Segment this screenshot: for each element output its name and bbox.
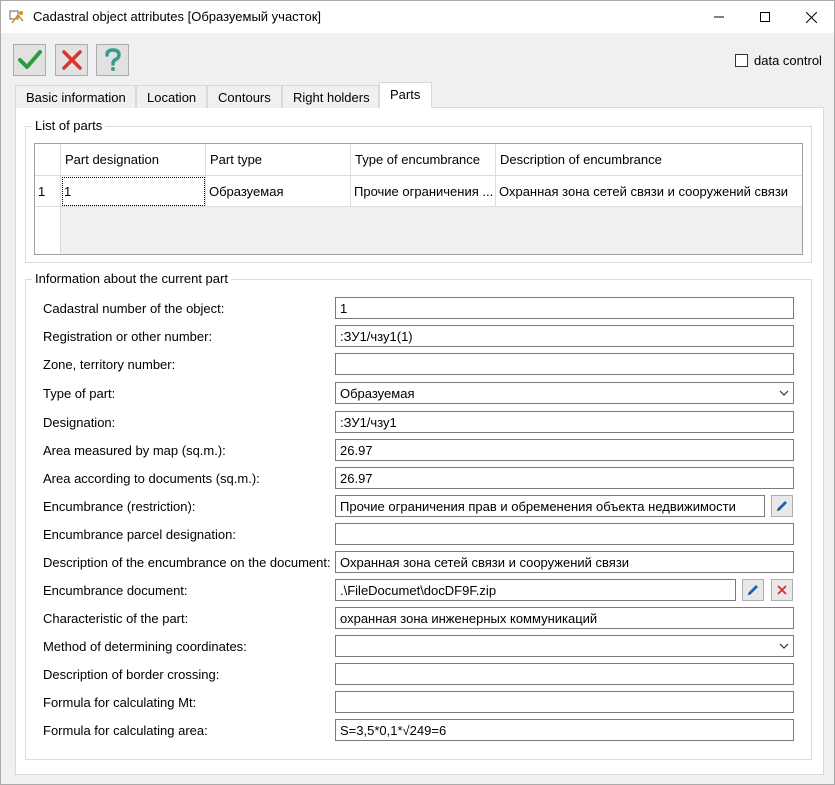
zone-number-field[interactable] [335,353,794,375]
current-part-group: Information about the current part [25,272,812,760]
chevron-down-icon [779,643,789,649]
checkmark-icon [17,50,42,69]
column-header[interactable]: Description of encumbrance [496,144,802,176]
question-icon [104,48,121,71]
area-docs-field[interactable]: 26.97 [335,467,794,489]
list-of-parts-legend: List of parts [32,119,106,133]
formula-mt-field[interactable] [335,691,794,713]
help-button[interactable] [96,44,129,76]
encumbrance-description-label: Description of the encumbrance on the do… [43,555,331,570]
encumbrance-field[interactable]: Прочие ограничения прав и обременения об… [335,495,765,517]
area-docs-label: Area according to documents (sq.m.): [43,471,260,486]
remove-icon [777,585,787,595]
designation-label: Designation: [43,415,116,430]
column-header[interactable]: Part designation [61,144,206,176]
encumbrance-parcel-field[interactable] [335,523,794,545]
area-map-label: Area measured by map (sq.m.): [43,443,226,458]
characteristic-label: Characteristic of the part: [43,611,189,626]
pencil-icon [748,585,758,595]
table-cell[interactable]: Охранная зона сетей связи и сооружений с… [496,176,802,207]
registration-number-field[interactable]: :ЗУ1/чзу1(1) [335,325,794,347]
characteristic-field[interactable]: охранная зона инженерных коммуникаций [335,607,794,629]
dialog-window: Cadastral object attributes [Образуемый … [0,0,835,785]
chevron-down-icon [779,390,789,396]
formula-mt-label: Formula for calculating Mt: [43,695,197,710]
close-icon [805,11,817,23]
type-of-part-select[interactable]: Образуемая [335,382,794,404]
tab-basic-information[interactable]: Basic information [15,85,136,108]
maximize-icon [760,12,770,22]
tab-contours[interactable]: Contours [207,85,282,108]
app-icon [9,9,25,25]
border-crossing-field[interactable] [335,663,794,685]
column-header[interactable]: Part type [206,144,351,176]
row-header-empty [35,207,61,254]
cadastral-number-field[interactable]: 1 [335,297,794,319]
formula-area-label: Formula for calculating area: [43,723,208,738]
current-part-legend: Information about the current part [32,272,231,286]
registration-number-label: Registration or other number: [43,329,213,344]
table-corner [35,144,61,176]
close-window-button[interactable] [788,1,834,33]
encumbrance-document-label: Encumbrance document: [43,583,188,598]
maximize-button[interactable] [742,1,788,33]
window-title: Cadastral object attributes [Образуемый … [33,9,322,24]
ok-button[interactable] [13,44,46,76]
designation-field[interactable]: :ЗУ1/чзу1 [335,411,794,433]
cancel-button[interactable] [55,44,88,76]
minimize-button[interactable] [696,1,742,33]
tab-right-holders[interactable]: Right holders [282,85,379,108]
encumbrance-document-field[interactable]: .\FileDocumet\docDF9F.zip [335,579,736,601]
formula-area-field[interactable]: S=3,5*0,1*√249=6 [335,719,794,741]
encumbrance-label: Encumbrance (restriction): [43,499,196,514]
area-map-field[interactable]: 26.97 [335,439,794,461]
cross-icon [61,50,82,70]
cadastral-number-label: Cadastral number of the object: [43,301,225,316]
encumbrance-parcel-label: Encumbrance parcel designation: [43,527,236,542]
tab-parts[interactable]: Parts [379,82,432,108]
method-coordinates-select[interactable] [335,635,794,657]
tab-location[interactable]: Location [136,85,207,108]
checkbox-box[interactable] [735,54,748,67]
type-of-part-label: Type of part: [43,386,116,401]
encumbrance-description-field[interactable]: Охранная зона сетей связи и сооружений с… [335,551,794,573]
remove-document-button[interactable] [771,579,793,601]
border-crossing-label: Description of border crossing: [43,667,220,682]
minimize-icon [714,16,724,18]
table-cell[interactable]: 1 [61,176,206,207]
pencil-icon [777,501,787,511]
row-header[interactable]: 1 [35,176,61,207]
edit-document-button[interactable] [742,579,764,601]
table-cell[interactable]: Прочие ограничения ... [351,176,496,207]
type-of-part-value: Образуемая [340,385,415,401]
title-bar: Cadastral object attributes [Образуемый … [1,1,834,33]
table-cell[interactable]: Образуемая [206,176,351,207]
data-control-label: data control [754,53,822,68]
method-coordinates-label: Method of determining coordinates: [43,639,247,654]
data-control-checkbox[interactable]: data control [735,53,822,68]
zone-number-label: Zone, territory number: [43,357,176,372]
edit-encumbrance-button[interactable] [771,495,793,517]
column-header[interactable]: Type of encumbrance [351,144,496,176]
parts-table[interactable]: Part designation Part type Type of encum… [34,143,803,255]
